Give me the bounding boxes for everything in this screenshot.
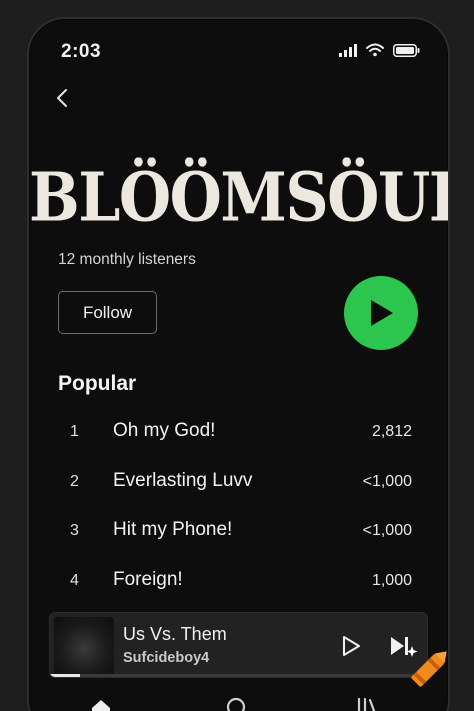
nav-library[interactable] [354, 695, 382, 711]
status-bar: 2:03 [29, 19, 448, 79]
track-play-count: 2,812 [371, 423, 412, 440]
popular-section-title: Popular [58, 372, 137, 395]
follow-button[interactable]: Follow [58, 291, 157, 334]
chevron-left-icon [57, 89, 67, 107]
now-playing-artist: Sufcideboy4 [123, 650, 210, 666]
mini-player[interactable]: Us Vs. Them Sufcideboy4 [49, 612, 428, 678]
play-outline-icon [343, 636, 360, 656]
playback-progress-bar[interactable] [50, 674, 427, 677]
track-title: Everlasting Luvv [113, 469, 253, 491]
screen: 2:03 BLÖÖMSÖUL 12 monthly listeners Foll… [0, 0, 474, 711]
play-artist-button[interactable] [344, 276, 418, 350]
track-row[interactable]: 2 Everlasting Luvv <1,000 [29, 457, 448, 507]
wifi-icon [366, 43, 384, 57]
artist-name: BLÖÖMSÖUL [29, 159, 450, 238]
track-title: Foreign! [113, 568, 183, 590]
battery-icon [393, 43, 420, 57]
popular-track-list: 1 Oh my God! 2,812 2 Everlasting Luvv <1… [29, 407, 448, 605]
status-time: 2:03 [61, 41, 102, 62]
search-icon [226, 697, 246, 711]
track-rank: 4 [70, 571, 79, 589]
track-title: Oh my God! [113, 420, 216, 441]
watermark-crayon-icon [406, 646, 447, 687]
track-play-count: <1,000 [362, 472, 412, 490]
track-rank: 1 [70, 423, 79, 440]
library-icon [357, 697, 376, 711]
track-row[interactable]: 1 Oh my God! 2,812 [29, 407, 448, 457]
status-icons [339, 43, 420, 57]
phone-frame: 2:03 BLÖÖMSÖUL 12 monthly listeners Foll… [27, 17, 450, 711]
track-title: Hit my Phone! [113, 519, 233, 540]
home-icon [92, 700, 110, 711]
play-icon [371, 300, 393, 326]
track-play-count: 1,000 [371, 571, 412, 589]
track-row[interactable]: 4 Foreign! 1,000 [29, 556, 448, 606]
nav-search[interactable] [224, 695, 252, 711]
monthly-listeners: 12 monthly listeners [58, 251, 196, 268]
nav-home[interactable] [87, 695, 115, 711]
track-row[interactable]: 3 Hit my Phone! <1,000 [29, 506, 448, 556]
now-playing-artwork [54, 617, 114, 675]
mini-play-button[interactable] [338, 633, 364, 659]
bottom-nav [29, 691, 448, 711]
now-playing-title: Us Vs. Them [123, 624, 227, 644]
track-play-count: <1,000 [362, 522, 412, 539]
back-button[interactable] [49, 85, 75, 111]
signal-icon [339, 43, 357, 57]
track-rank: 3 [70, 522, 79, 539]
playback-progress-fill [50, 674, 81, 677]
track-rank: 2 [70, 472, 79, 490]
